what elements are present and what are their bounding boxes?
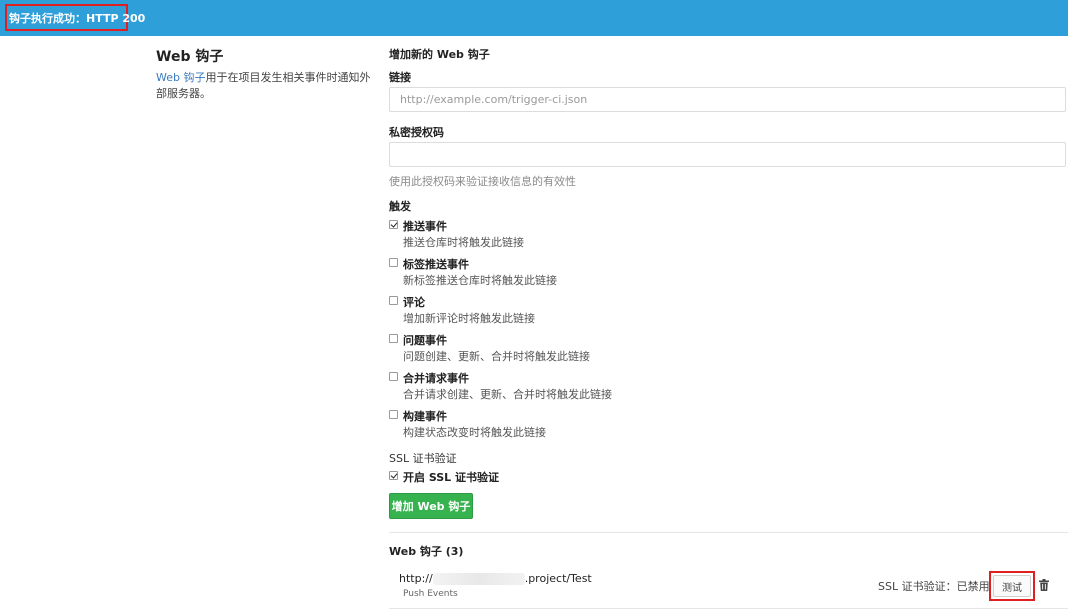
trigger-label: 合并请求事件 [403, 372, 469, 385]
secret-token-input[interactable] [389, 142, 1066, 167]
trigger-label: 评论 [403, 296, 425, 309]
url-label: 链接 [389, 71, 411, 84]
webhooks-help-link[interactable]: Web 钩子 [156, 71, 205, 84]
trigger-label: 问题事件 [403, 334, 447, 347]
build-events-checkbox[interactable] [389, 410, 398, 419]
secret-token-help: 使用此授权码来验证接收信息的有效性 [389, 175, 576, 188]
comments-checkbox[interactable] [389, 296, 398, 305]
form-heading: 增加新的 Web 钩子 [389, 48, 490, 61]
issues-events-checkbox[interactable] [389, 334, 398, 343]
page-title: Web 钩子 [156, 49, 224, 65]
trigger-description: 新标签推送仓库时将触发此链接 [403, 274, 557, 287]
trigger-description: 推送仓库时将触发此链接 [403, 236, 524, 249]
webhook-row-divider [389, 608, 1068, 609]
trigger-label: 构建事件 [403, 410, 447, 423]
trigger-label: 推送事件 [403, 220, 447, 233]
flash-message: 钩子执行成功：HTTP 200 [9, 12, 146, 25]
push-events-checkbox[interactable] [389, 220, 398, 229]
section-divider [389, 532, 1068, 533]
merge-request-events-checkbox[interactable] [389, 372, 398, 381]
tag-push-events-checkbox[interactable] [389, 258, 398, 267]
secret-token-label: 私密授权码 [389, 126, 444, 139]
webhook-url-prefix: http:// [399, 572, 433, 585]
redacted-host [432, 573, 525, 585]
ssl-verification-label: SSL 证书验证 [389, 452, 457, 465]
triggers-label: 触发 [389, 200, 411, 213]
webhook-ssl-status: SSL 证书验证：已禁用 [878, 580, 990, 593]
flash-banner: 钩子执行成功：HTTP 200 [0, 0, 1068, 36]
trigger-description: 构建状态改变时将触发此链接 [403, 426, 546, 439]
page-description: Web 钩子用于在项目发生相关事件时通知外部服务器。 [156, 70, 376, 102]
webhook-events: Push Events [403, 589, 458, 599]
add-webhook-button[interactable]: 增加 Web 钩子 [389, 493, 473, 519]
webhook-url[interactable]: http:// .project/Test [399, 572, 592, 585]
webhooks-list-heading: Web 钩子 (3) [389, 545, 464, 558]
url-input[interactable] [389, 87, 1066, 112]
trash-icon[interactable] [1039, 579, 1049, 591]
trigger-description: 合并请求创建、更新、合并时将触发此链接 [403, 388, 612, 401]
trigger-description: 增加新评论时将触发此链接 [403, 312, 535, 325]
ssl-verification-checkbox[interactable] [389, 471, 398, 480]
trigger-description: 问题创建、更新、合并时将触发此链接 [403, 350, 590, 363]
test-webhook-button[interactable]: 测试 [993, 575, 1031, 597]
trigger-label: 标签推送事件 [403, 258, 469, 271]
webhook-url-suffix: .project/Test [524, 572, 592, 585]
ssl-verification-checkbox-label: 开启 SSL 证书验证 [403, 471, 500, 484]
